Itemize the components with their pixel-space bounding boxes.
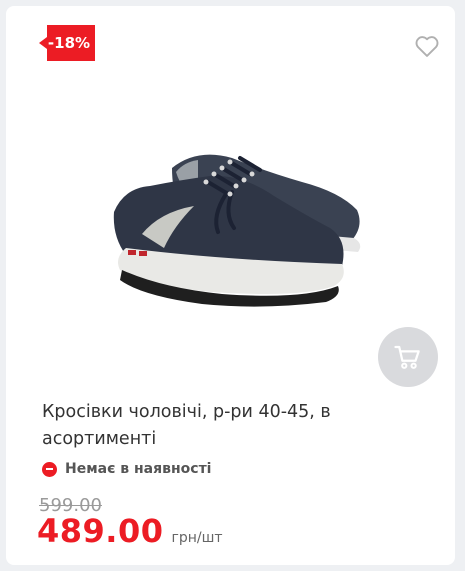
current-price: 489.00	[37, 512, 164, 550]
cart-icon	[394, 345, 420, 369]
product-image[interactable]	[102, 136, 372, 316]
add-to-cart-button[interactable]	[378, 327, 438, 387]
availability-status: Немає в наявності	[42, 461, 211, 477]
discount-label: -18%	[47, 34, 91, 52]
price-unit: грн/шт	[171, 530, 223, 546]
availability-label: Немає в наявності	[65, 461, 212, 477]
product-card[interactable]: -18% Кросівки чоловічі, р-ри 40-45, в ас…	[6, 6, 455, 565]
minus-circle-icon	[42, 461, 57, 477]
discount-badge: -18%	[39, 25, 95, 61]
price-block: 489.00 грн/шт	[37, 512, 223, 550]
product-title[interactable]: Кросівки чоловічі, р-ри 40-45, в асортим…	[42, 399, 442, 453]
heart-icon[interactable]	[413, 32, 441, 60]
